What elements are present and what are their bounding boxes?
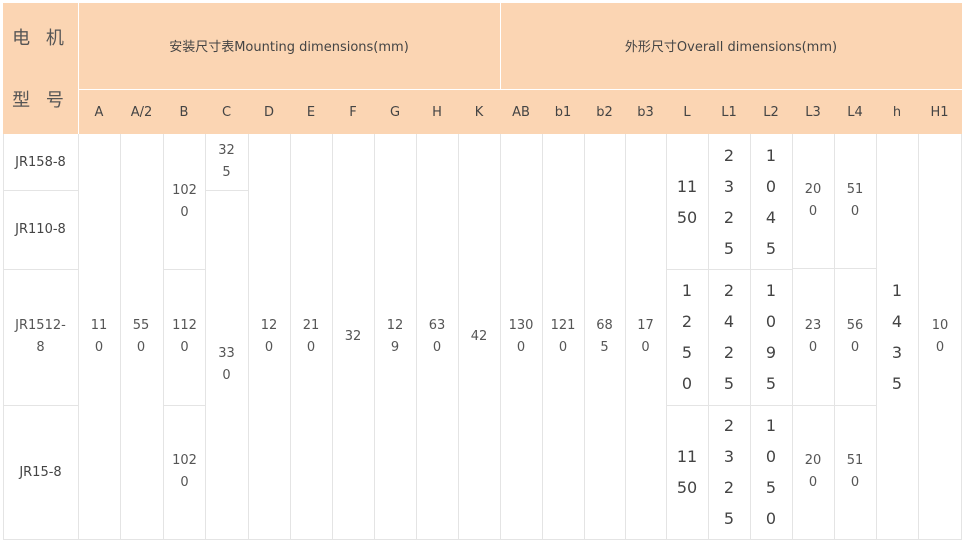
overall-dimensions-header: 外形尺寸Overall dimensions(mm) xyxy=(624,39,838,55)
value-G: 129 xyxy=(386,317,404,355)
value-D: 120 xyxy=(260,317,278,355)
value-H: 630 xyxy=(428,317,446,355)
column-header-AB: AB xyxy=(512,104,530,120)
value-B: 1120 xyxy=(172,318,197,355)
value-A2: 550 xyxy=(132,317,150,355)
value-L3: 200 xyxy=(804,453,822,490)
value-L1: 2425 xyxy=(723,281,735,393)
value-A: 110 xyxy=(90,317,108,355)
value-L: 1250 xyxy=(681,281,693,393)
value-H1: 100 xyxy=(931,317,949,355)
value-L1: 2325 xyxy=(723,416,735,528)
column-header-b2: b2 xyxy=(596,104,613,120)
value-K: 42 xyxy=(470,328,488,344)
column-header-G: G xyxy=(389,104,401,120)
value-C: 325 xyxy=(218,143,235,180)
value-B: 1020 xyxy=(172,182,197,220)
value-L1: 2325 xyxy=(723,145,735,258)
value-L4: 560 xyxy=(846,317,864,355)
column-header-K: K xyxy=(474,104,484,120)
value-L4: 510 xyxy=(846,182,864,219)
value-L2: 1095 xyxy=(765,281,777,393)
value-B: 1020 xyxy=(172,453,197,490)
value-E: 210 xyxy=(302,317,320,355)
value-b1: 1210 xyxy=(550,317,576,355)
column-header-b3: b3 xyxy=(637,104,654,120)
value-b3: 170 xyxy=(637,317,654,355)
column-header-L: L xyxy=(683,104,691,120)
column-header-L4: L4 xyxy=(847,104,863,120)
column-header-H1: H1 xyxy=(930,104,949,120)
value-L: 1150 xyxy=(676,176,698,227)
column-header-F: F xyxy=(349,104,357,120)
column-header-h: h xyxy=(892,104,902,120)
value-L4: 510 xyxy=(846,453,864,490)
value-C: 330 xyxy=(218,345,235,383)
column-header-E: E xyxy=(306,104,316,120)
model-name: JR110-8 xyxy=(15,222,66,237)
model-header-line2: 型 号 xyxy=(12,90,69,111)
column-header-L1: L1 xyxy=(721,104,737,120)
column-header-L3: L3 xyxy=(805,104,821,120)
model-name: JR158-8 xyxy=(15,154,66,170)
column-header-H: H xyxy=(432,104,442,120)
model-name: JR1512-8 xyxy=(15,318,66,355)
value-h: 1435 xyxy=(891,280,903,393)
mounting-dimensions-header: 安装尺寸表Mounting dimensions(mm) xyxy=(169,39,409,55)
value-F: 32 xyxy=(344,328,362,344)
column-header-D: D xyxy=(263,104,274,120)
value-b2: 685 xyxy=(596,317,613,355)
value-L3: 230 xyxy=(804,317,822,355)
value-L2: 1045 xyxy=(765,145,777,258)
value-L: 1150 xyxy=(676,447,698,497)
value-AB: 1300 xyxy=(508,317,534,355)
column-header-b1: b1 xyxy=(554,104,572,120)
column-header-A: A xyxy=(94,104,104,120)
value-L3: 200 xyxy=(804,182,822,219)
column-header-C: C xyxy=(221,104,232,120)
value-L2: 1050 xyxy=(765,416,777,528)
column-header-L2: L2 xyxy=(763,104,779,120)
column-header-B: B xyxy=(179,104,189,120)
column-header-A2: A/2 xyxy=(130,104,153,120)
model-name: JR15-8 xyxy=(19,464,62,480)
model-header-line1: 电 机 xyxy=(12,28,69,49)
